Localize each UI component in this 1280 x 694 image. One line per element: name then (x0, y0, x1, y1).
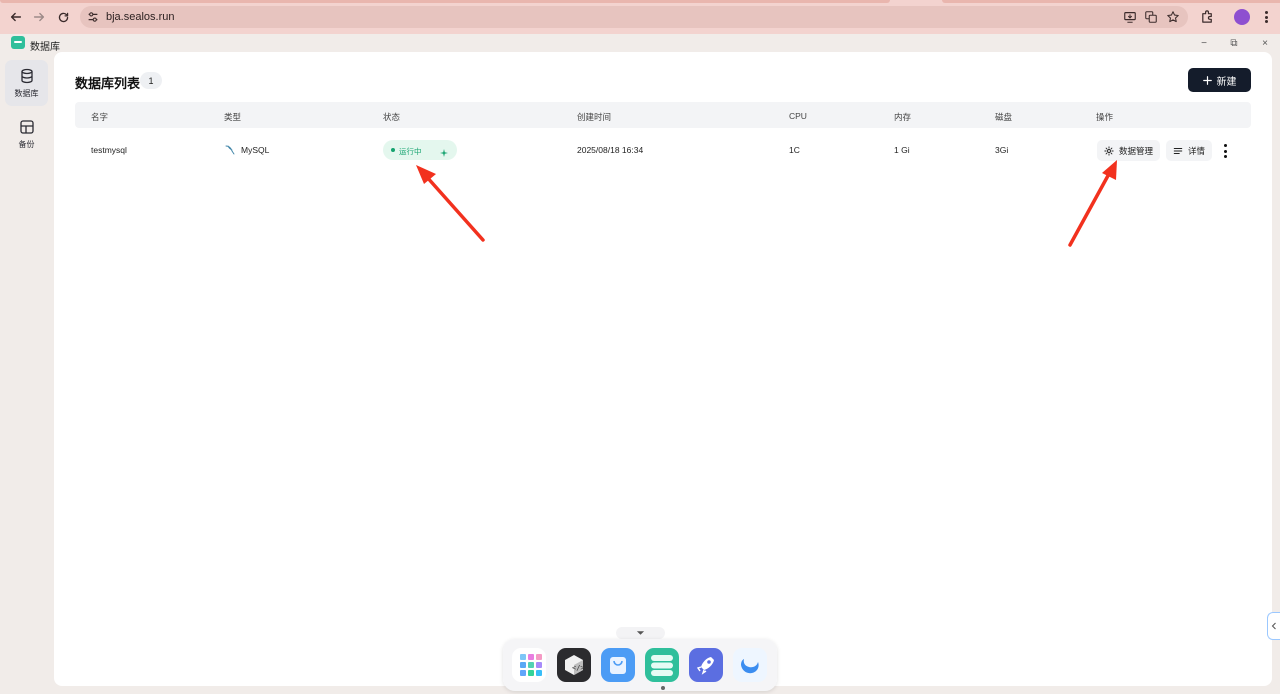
status-dot-icon (391, 148, 395, 152)
forward-arrow-icon[interactable] (30, 8, 48, 26)
minimize-button[interactable]: − (1197, 36, 1211, 50)
mysql-dolphin-icon (225, 143, 237, 155)
app-title: 数据库 (30, 42, 60, 53)
url-text[interactable]: bja.sealos.run (106, 11, 175, 23)
disk-value: 3Gi (995, 145, 1009, 155)
status-text: 运行中 (399, 147, 422, 156)
sidebar-item-label: 数据库 (14, 88, 39, 98)
reload-icon[interactable] (54, 8, 72, 26)
cpu-value: 1C (789, 145, 800, 155)
list-lines-icon (1173, 147, 1183, 154)
cloud-wave-icon[interactable] (733, 648, 767, 682)
data-manage-button[interactable]: 数据管理 (1097, 140, 1160, 161)
page-title: 数据库列表 (75, 76, 141, 91)
app-grid-icon[interactable] (512, 648, 546, 682)
data-manage-label: 数据管理 (1118, 145, 1153, 156)
status-badge: 运行中 (383, 140, 457, 160)
dock-active-indicator (661, 686, 665, 690)
column-header-actions: 操作 (1096, 112, 1114, 122)
plus-icon (1202, 75, 1212, 85)
column-header-cpu: CPU (789, 111, 807, 121)
side-panel-toggle[interactable] (1267, 612, 1280, 640)
browser-menu-icon[interactable] (1260, 9, 1272, 25)
install-app-icon[interactable] (1123, 10, 1137, 24)
site-settings-icon[interactable] (86, 10, 100, 24)
db-name[interactable]: testmysql (91, 145, 127, 155)
database-icon (20, 68, 33, 83)
table-row[interactable]: testmysql MySQL 运行中 2025/08/18 16:34 1C … (75, 134, 1251, 166)
table-header: 名字 类型 状态 创建时间 CPU 内存 磁盘 操作 (75, 102, 1251, 128)
dock-toggle[interactable] (616, 627, 665, 639)
column-header-status: 状态 (383, 112, 401, 122)
browser-tab-strip (0, 0, 890, 3)
translate-icon[interactable] (1144, 10, 1158, 24)
more-options-icon[interactable] (1221, 144, 1229, 158)
sidebar-item-backup[interactable]: 备份 (5, 111, 48, 157)
bookmark-star-icon[interactable] (1166, 10, 1180, 24)
column-header-type: 类型 (224, 112, 242, 122)
browser-tab-strip-right (942, 0, 1280, 3)
database-app-logo-icon (11, 36, 25, 49)
app-titlebar: 数据库 − ⧉ × (0, 34, 1280, 53)
sidebar-item-label: 备份 (18, 139, 35, 149)
column-header-memory: 内存 (894, 112, 912, 122)
dock: </> (503, 639, 777, 691)
column-header-created: 创建时间 (577, 112, 612, 122)
restore-button[interactable]: ⧉ (1227, 36, 1241, 50)
database-app-icon[interactable] (645, 648, 679, 682)
created-time: 2025/08/18 16:34 (577, 145, 644, 155)
backup-icon (19, 119, 34, 134)
caret-down-icon (636, 631, 645, 635)
column-header-name: 名字 (91, 112, 109, 122)
close-button[interactable]: × (1258, 36, 1272, 50)
main-panel: 数据库列表 1 新建 名字 类型 状态 创建时间 CPU 内存 磁盘 操作 te… (54, 52, 1272, 686)
sidebar-item-database[interactable]: 数据库 (5, 60, 48, 106)
new-database-button[interactable]: 新建 (1188, 68, 1251, 92)
column-header-disk: 磁盘 (995, 112, 1013, 122)
profile-avatar[interactable] (1234, 9, 1250, 25)
new-button-label: 新建 (1216, 76, 1237, 88)
sparkle-icon (439, 145, 449, 157)
back-arrow-icon[interactable] (7, 8, 25, 26)
devbox-icon[interactable]: </> (557, 648, 591, 682)
chevron-left-icon (1271, 622, 1276, 630)
address-bar[interactable] (80, 6, 1188, 28)
gear-icon (1104, 145, 1114, 156)
extensions-icon[interactable] (1200, 9, 1215, 24)
count-badge: 1 (140, 72, 162, 89)
detail-button[interactable]: 详情 (1166, 140, 1212, 161)
app-store-icon[interactable] (601, 648, 635, 682)
detail-label: 详情 (1187, 145, 1205, 156)
svg-text:</>: </> (572, 664, 585, 672)
memory-value: 1 Gi (894, 145, 910, 155)
db-type: MySQL (241, 145, 270, 155)
launchpad-icon[interactable] (689, 648, 723, 682)
